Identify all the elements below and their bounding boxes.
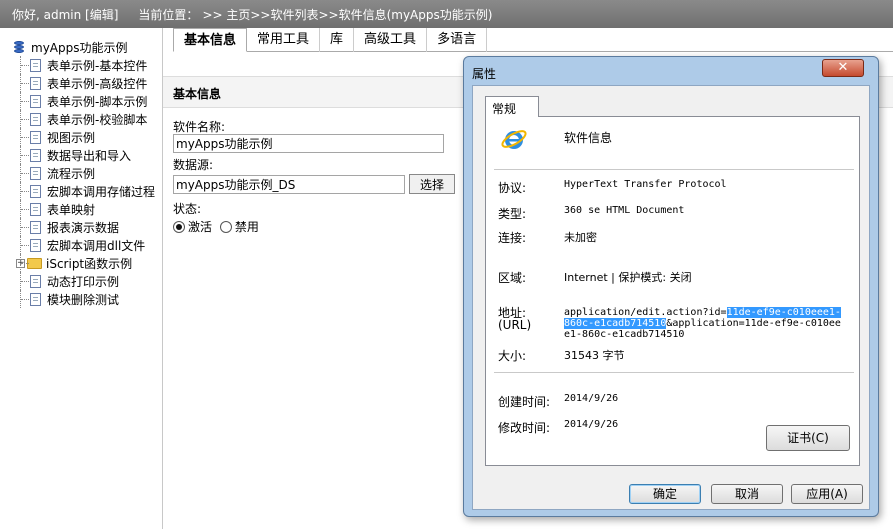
document-icon: [30, 94, 41, 108]
dialog-body: 常规 软件信息 协议: HyperText Transfer Protocol …: [472, 85, 870, 510]
tree-item-label: 动态打印示例: [47, 274, 120, 289]
address-row: 地址: (URL) application/edit.action?id=11de…: [498, 307, 858, 341]
tree-item[interactable]: 宏脚本调用dll文件: [0, 236, 162, 254]
tree-item-label: 表单示例-校验脚本: [47, 112, 148, 127]
tree-item-label: 表单示例-基本控件: [47, 58, 148, 73]
status-label: 状态:: [173, 202, 202, 216]
status-disabled-radio[interactable]: 禁用: [219, 218, 259, 235]
tree-folder-iscript[interactable]: + iScript函数示例: [0, 254, 162, 272]
tab-advanced-tools[interactable]: 高级工具: [354, 28, 428, 52]
sidebar-tree: myApps功能示例 表单示例-基本控件 表单示例-高级控件 表单示例-脚本示例 表单…: [0, 28, 163, 529]
tab-library[interactable]: 库: [320, 28, 355, 52]
document-icon: [30, 292, 41, 306]
location-label: 当前位置：: [138, 7, 199, 22]
tree-item-label: 视图示例: [47, 130, 96, 145]
close-button[interactable]: ✕: [822, 59, 864, 77]
tree-item-label: 宏脚本调用存储过程: [47, 184, 156, 199]
tree-item-label: 报表演示数据: [47, 220, 120, 235]
created-value: 2014/9/26: [564, 393, 619, 404]
document-icon: [30, 184, 41, 198]
certificate-button[interactable]: 证书(C): [766, 425, 850, 451]
document-icon: [30, 148, 41, 162]
document-icon: [30, 220, 41, 234]
protocol-value: HyperText Transfer Protocol: [564, 179, 727, 190]
tree-item-label: 表单示例-脚本示例: [47, 94, 148, 109]
database-icon: [12, 40, 26, 54]
tab-bar: 基本信息 常用工具 库 高级工具 多语言: [173, 28, 893, 52]
user-greeting[interactable]: 你好, admin [编辑]: [12, 6, 118, 23]
software-name-label: 软件名称:: [173, 120, 226, 134]
document-icon: [30, 130, 41, 144]
tab-multilanguage[interactable]: 多语言: [427, 28, 488, 52]
tree-root[interactable]: myApps功能示例: [0, 38, 162, 56]
top-bar: 你好, admin [编辑] 当前位置： >> 主页>>软件列表>>软件信息(m…: [0, 0, 893, 28]
document-icon: [30, 274, 41, 288]
general-panel: 软件信息 协议: HyperText Transfer Protocol 类型:…: [485, 116, 860, 466]
dialog-title: 属性: [472, 67, 497, 81]
tree-item-label: 数据导出和导入: [47, 148, 132, 163]
tree-item-label: 表单示例-高级控件: [47, 76, 148, 91]
basic-info-form: 软件名称: 数据源: 选择 状态: 激活 禁用: [173, 118, 456, 236]
tree-item-label: 表单映射: [47, 202, 96, 217]
ok-button[interactable]: 确定: [629, 484, 701, 504]
modified-value: 2014/9/26: [564, 419, 619, 430]
tree-item[interactable]: 数据导出和导入: [0, 146, 162, 164]
tree-root-label: myApps功能示例: [31, 40, 128, 55]
size-value: 31543 字节: [564, 349, 625, 362]
url-value[interactable]: application/edit.action?id=11de-ef9e-c01…: [564, 307, 844, 340]
tree-item-label: 流程示例: [47, 166, 96, 181]
tree-item[interactable]: 表单示例-基本控件: [0, 56, 162, 74]
tree-item-label: 宏脚本调用dll文件: [47, 238, 146, 253]
software-info-name: 软件信息: [564, 131, 613, 145]
tree-item[interactable]: 表单映射: [0, 200, 162, 218]
tree-item[interactable]: 宏脚本调用存储过程: [0, 182, 162, 200]
document-icon: [30, 58, 41, 72]
tab-general[interactable]: 常规: [485, 96, 539, 117]
status-active-radio[interactable]: 激活: [173, 218, 212, 235]
ie-icon: [501, 130, 527, 149]
tree-item[interactable]: 流程示例: [0, 164, 162, 182]
document-icon: [30, 166, 41, 180]
tree-item[interactable]: 表单示例-高级控件: [0, 74, 162, 92]
properties-dialog: 属性 ✕ 常规 软件信息 协议: HyperText Transfer Prot…: [463, 56, 879, 517]
datasource-label: 数据源:: [173, 158, 214, 172]
tab-common-tools[interactable]: 常用工具: [247, 28, 321, 52]
tab-basic-info[interactable]: 基本信息: [173, 28, 248, 52]
tree-item[interactable]: 模块删除测试: [0, 290, 162, 308]
tree-item[interactable]: 动态打印示例: [0, 272, 162, 290]
breadcrumb[interactable]: >> 主页>>软件列表>>软件信息(myApps功能示例): [202, 6, 492, 23]
tree-item[interactable]: 视图示例: [0, 128, 162, 146]
select-button[interactable]: 选择: [409, 174, 456, 194]
tree-folder-label: iScript函数示例: [46, 256, 133, 271]
connection-value: 未加密: [564, 231, 597, 244]
software-name-input[interactable]: [173, 134, 444, 153]
tree-item-label: 模块删除测试: [47, 292, 120, 307]
apply-button[interactable]: 应用(A): [791, 484, 863, 504]
tree-item[interactable]: 报表演示数据: [0, 218, 162, 236]
datasource-input[interactable]: [173, 174, 405, 194]
type-value: 360 se HTML Document: [564, 205, 685, 216]
document-icon: [30, 112, 41, 126]
tree-item[interactable]: 表单示例-校验脚本: [0, 110, 162, 128]
document-icon: [30, 238, 41, 252]
cancel-button[interactable]: 取消: [711, 484, 783, 504]
document-icon: [30, 202, 41, 216]
document-icon: [30, 76, 41, 90]
zone-value: Internet | 保护模式: 关闭: [564, 271, 692, 284]
tree-item[interactable]: 表单示例-脚本示例: [0, 92, 162, 110]
